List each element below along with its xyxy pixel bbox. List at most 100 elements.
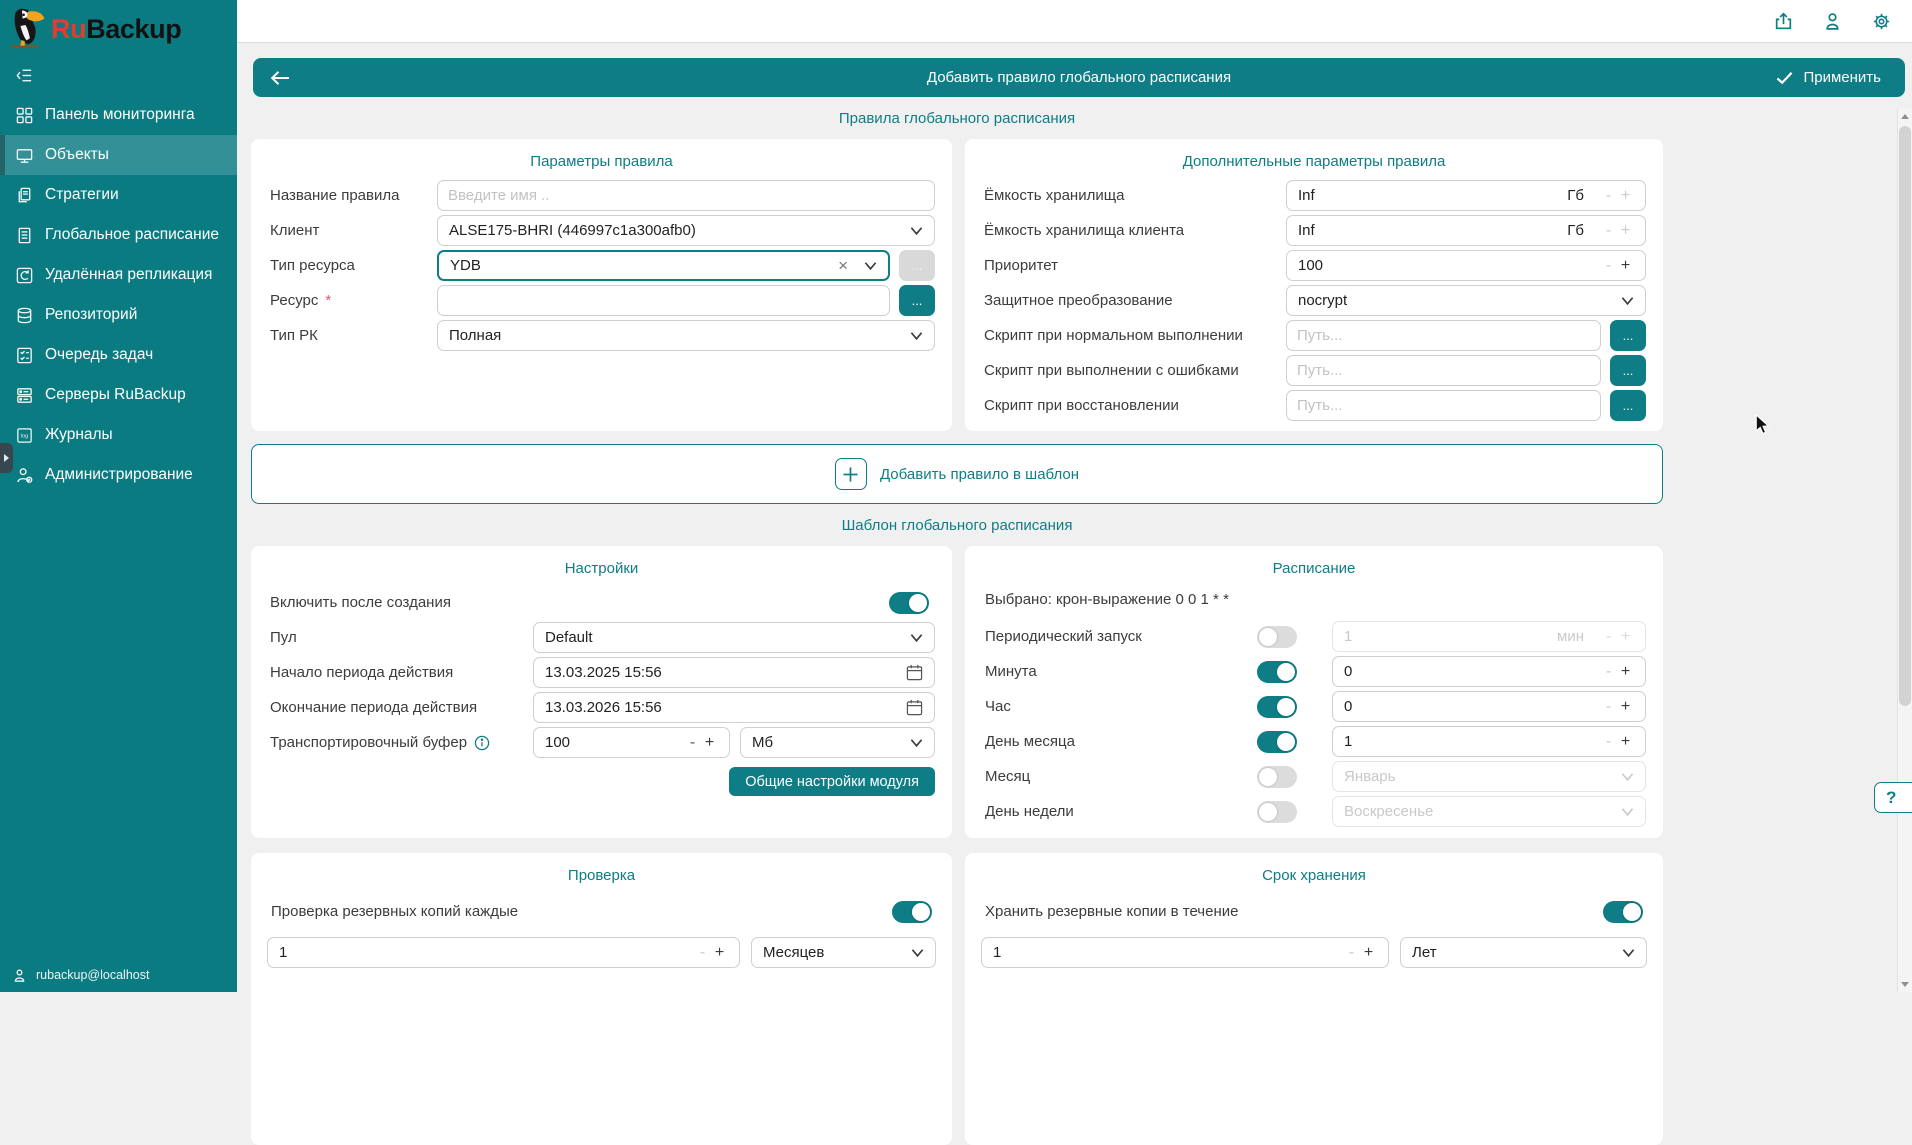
client-select[interactable]: ALSE175-BHRI (446997c1a300afb0) xyxy=(437,215,935,246)
script-normal-input[interactable] xyxy=(1286,320,1601,351)
priority-input[interactable]: 100 - + xyxy=(1286,250,1646,281)
increment-button[interactable]: + xyxy=(1617,257,1634,275)
script-restore-browse-button[interactable]: ... xyxy=(1610,390,1646,421)
export-icon[interactable] xyxy=(1773,11,1794,32)
crypt-value: nocrypt xyxy=(1298,292,1621,309)
crypt-row: Защитное преобразование nocrypt xyxy=(984,285,1646,316)
client-value: ALSE175-BHRI (446997c1a300afb0) xyxy=(449,222,910,239)
sidebar-expand-handle[interactable] xyxy=(0,443,13,473)
backup-type-select[interactable]: Полная xyxy=(437,320,935,351)
periodic-run-row: Периодический запуск 1 мин - + xyxy=(985,621,1646,652)
retention-unit-select[interactable]: Лет xyxy=(1400,937,1647,968)
increment-button[interactable]: + xyxy=(701,734,718,752)
month-toggle[interactable] xyxy=(1257,766,1297,788)
help-button[interactable]: ? xyxy=(1874,782,1912,813)
decrement-button[interactable]: - xyxy=(694,944,711,962)
right-arrow-icon xyxy=(4,454,9,462)
sidebar-item-remote-replication[interactable]: Удалённая репликация xyxy=(0,255,237,295)
sidebar-item-dashboard[interactable]: Панель мониторинга xyxy=(0,95,237,135)
minute-input[interactable]: 0 - + xyxy=(1332,656,1646,687)
verification-toggle[interactable] xyxy=(892,901,932,923)
clear-icon[interactable]: × xyxy=(838,257,848,274)
day-of-week-toggle[interactable] xyxy=(1257,801,1297,823)
periodic-run-toggle[interactable] xyxy=(1257,626,1297,648)
crypt-select[interactable]: nocrypt xyxy=(1286,285,1646,316)
servers-icon xyxy=(14,386,34,405)
vertical-scrollbar[interactable] xyxy=(1897,108,1912,992)
enable-after-create-toggle[interactable] xyxy=(889,592,929,614)
resource-input[interactable] xyxy=(437,285,890,316)
decrement-button[interactable]: - xyxy=(1343,944,1360,962)
scroll-up-button[interactable] xyxy=(1898,108,1912,124)
transport-buffer-unit: Мб xyxy=(752,734,910,751)
bottom-cards-row: Проверка Проверка резервных копий каждые… xyxy=(251,853,1663,1145)
sidebar-item-journals[interactable]: log Журналы xyxy=(0,415,237,455)
increment-button[interactable]: + xyxy=(711,944,728,962)
svg-text:log: log xyxy=(20,433,27,439)
decrement-button[interactable]: - xyxy=(1600,257,1617,275)
sidebar-item-servers[interactable]: Серверы RuBackup xyxy=(0,375,237,415)
sidebar-item-label: Журналы xyxy=(45,426,113,444)
start-period-label: Начало периода действия xyxy=(270,664,533,681)
page-header: Добавить правило глобального расписания … xyxy=(253,58,1905,97)
objects-icon xyxy=(14,146,34,165)
sidebar-item-task-queue[interactable]: Очередь задач xyxy=(0,335,237,375)
sidebar-item-objects[interactable]: Объекты xyxy=(0,135,237,175)
user-icon[interactable] xyxy=(1822,11,1843,32)
storage-capacity-input[interactable]: Inf Гб - + xyxy=(1286,180,1646,211)
script-error-browse-button[interactable]: ... xyxy=(1610,355,1646,386)
sidebar-item-repository[interactable]: Репозиторий xyxy=(0,295,237,335)
start-period-input[interactable]: 13.03.2025 15:56 xyxy=(533,657,935,688)
increment-button[interactable]: + xyxy=(1617,698,1634,716)
collapse-sidebar-icon[interactable] xyxy=(0,52,237,87)
rule-cards-row: Параметры правила Название правила Клиен… xyxy=(251,139,1663,431)
scrollbar-thumb[interactable] xyxy=(1899,126,1911,706)
increment-button[interactable]: + xyxy=(1360,944,1377,962)
client-capacity-input[interactable]: Inf Гб - + xyxy=(1286,215,1646,246)
end-period-input[interactable]: 13.03.2026 15:56 xyxy=(533,692,935,723)
minute-value: 0 xyxy=(1344,663,1600,680)
decrement-button[interactable]: - xyxy=(684,734,701,752)
apply-button[interactable]: Применить xyxy=(1770,68,1905,87)
resource-type-value: YDB xyxy=(450,257,838,274)
decrement-button[interactable]: - xyxy=(1600,733,1617,751)
rule-name-input[interactable] xyxy=(437,180,935,211)
transport-buffer-unit-select[interactable]: Мб xyxy=(740,727,935,758)
verification-interval-input[interactable]: 1 - + xyxy=(267,937,740,968)
minute-toggle[interactable] xyxy=(1257,661,1297,683)
back-button[interactable] xyxy=(253,58,307,97)
decrement-button[interactable]: - xyxy=(1600,663,1617,681)
sidebar-menu: Панель мониторинга Объекты Стратегии xyxy=(0,95,237,495)
resource-type-select[interactable]: YDB × xyxy=(437,250,890,281)
increment-button[interactable]: + xyxy=(1617,663,1634,681)
retention-interval-input[interactable]: 1 - + xyxy=(981,937,1389,968)
transport-buffer-input[interactable]: 100 - + xyxy=(533,727,730,758)
day-of-month-toggle[interactable] xyxy=(1257,731,1297,753)
sidebar-item-global-schedule[interactable]: Глобальное расписание xyxy=(0,215,237,255)
scroll-down-button[interactable] xyxy=(1898,976,1912,992)
strategies-icon xyxy=(14,186,34,205)
increment-button[interactable]: + xyxy=(1617,733,1634,751)
script-normal-browse-button[interactable]: ... xyxy=(1610,320,1646,351)
sidebar-item-strategies[interactable]: Стратегии xyxy=(0,175,237,215)
sidebar-item-administration[interactable]: Администрирование xyxy=(0,455,237,495)
retention-toggle[interactable] xyxy=(1603,901,1643,923)
resource-browse-button[interactable]: ... xyxy=(899,285,935,316)
verification-unit: Месяцев xyxy=(763,944,911,961)
script-error-input[interactable] xyxy=(1286,355,1601,386)
pool-select[interactable]: Default xyxy=(533,622,935,653)
module-settings-button[interactable]: Общие настройки модуля xyxy=(729,767,935,796)
calendar-icon xyxy=(906,664,923,681)
sidebar-user[interactable]: rubackup@localhost xyxy=(0,958,237,992)
administration-icon xyxy=(14,466,34,485)
hour-toggle[interactable] xyxy=(1257,696,1297,718)
add-rule-to-template-button[interactable]: Добавить правило в шаблон xyxy=(251,444,1663,504)
verification-unit-select[interactable]: Месяцев xyxy=(751,937,936,968)
script-restore-input[interactable] xyxy=(1286,390,1601,421)
hour-input[interactable]: 0 - + xyxy=(1332,691,1646,722)
decrement-button[interactable]: - xyxy=(1600,698,1617,716)
day-of-month-input[interactable]: 1 - + xyxy=(1332,726,1646,757)
rule-params-card: Параметры правила Название правила Клиен… xyxy=(251,139,952,431)
client-label: Клиент xyxy=(270,222,437,239)
settings-gear-icon[interactable] xyxy=(1871,11,1892,32)
